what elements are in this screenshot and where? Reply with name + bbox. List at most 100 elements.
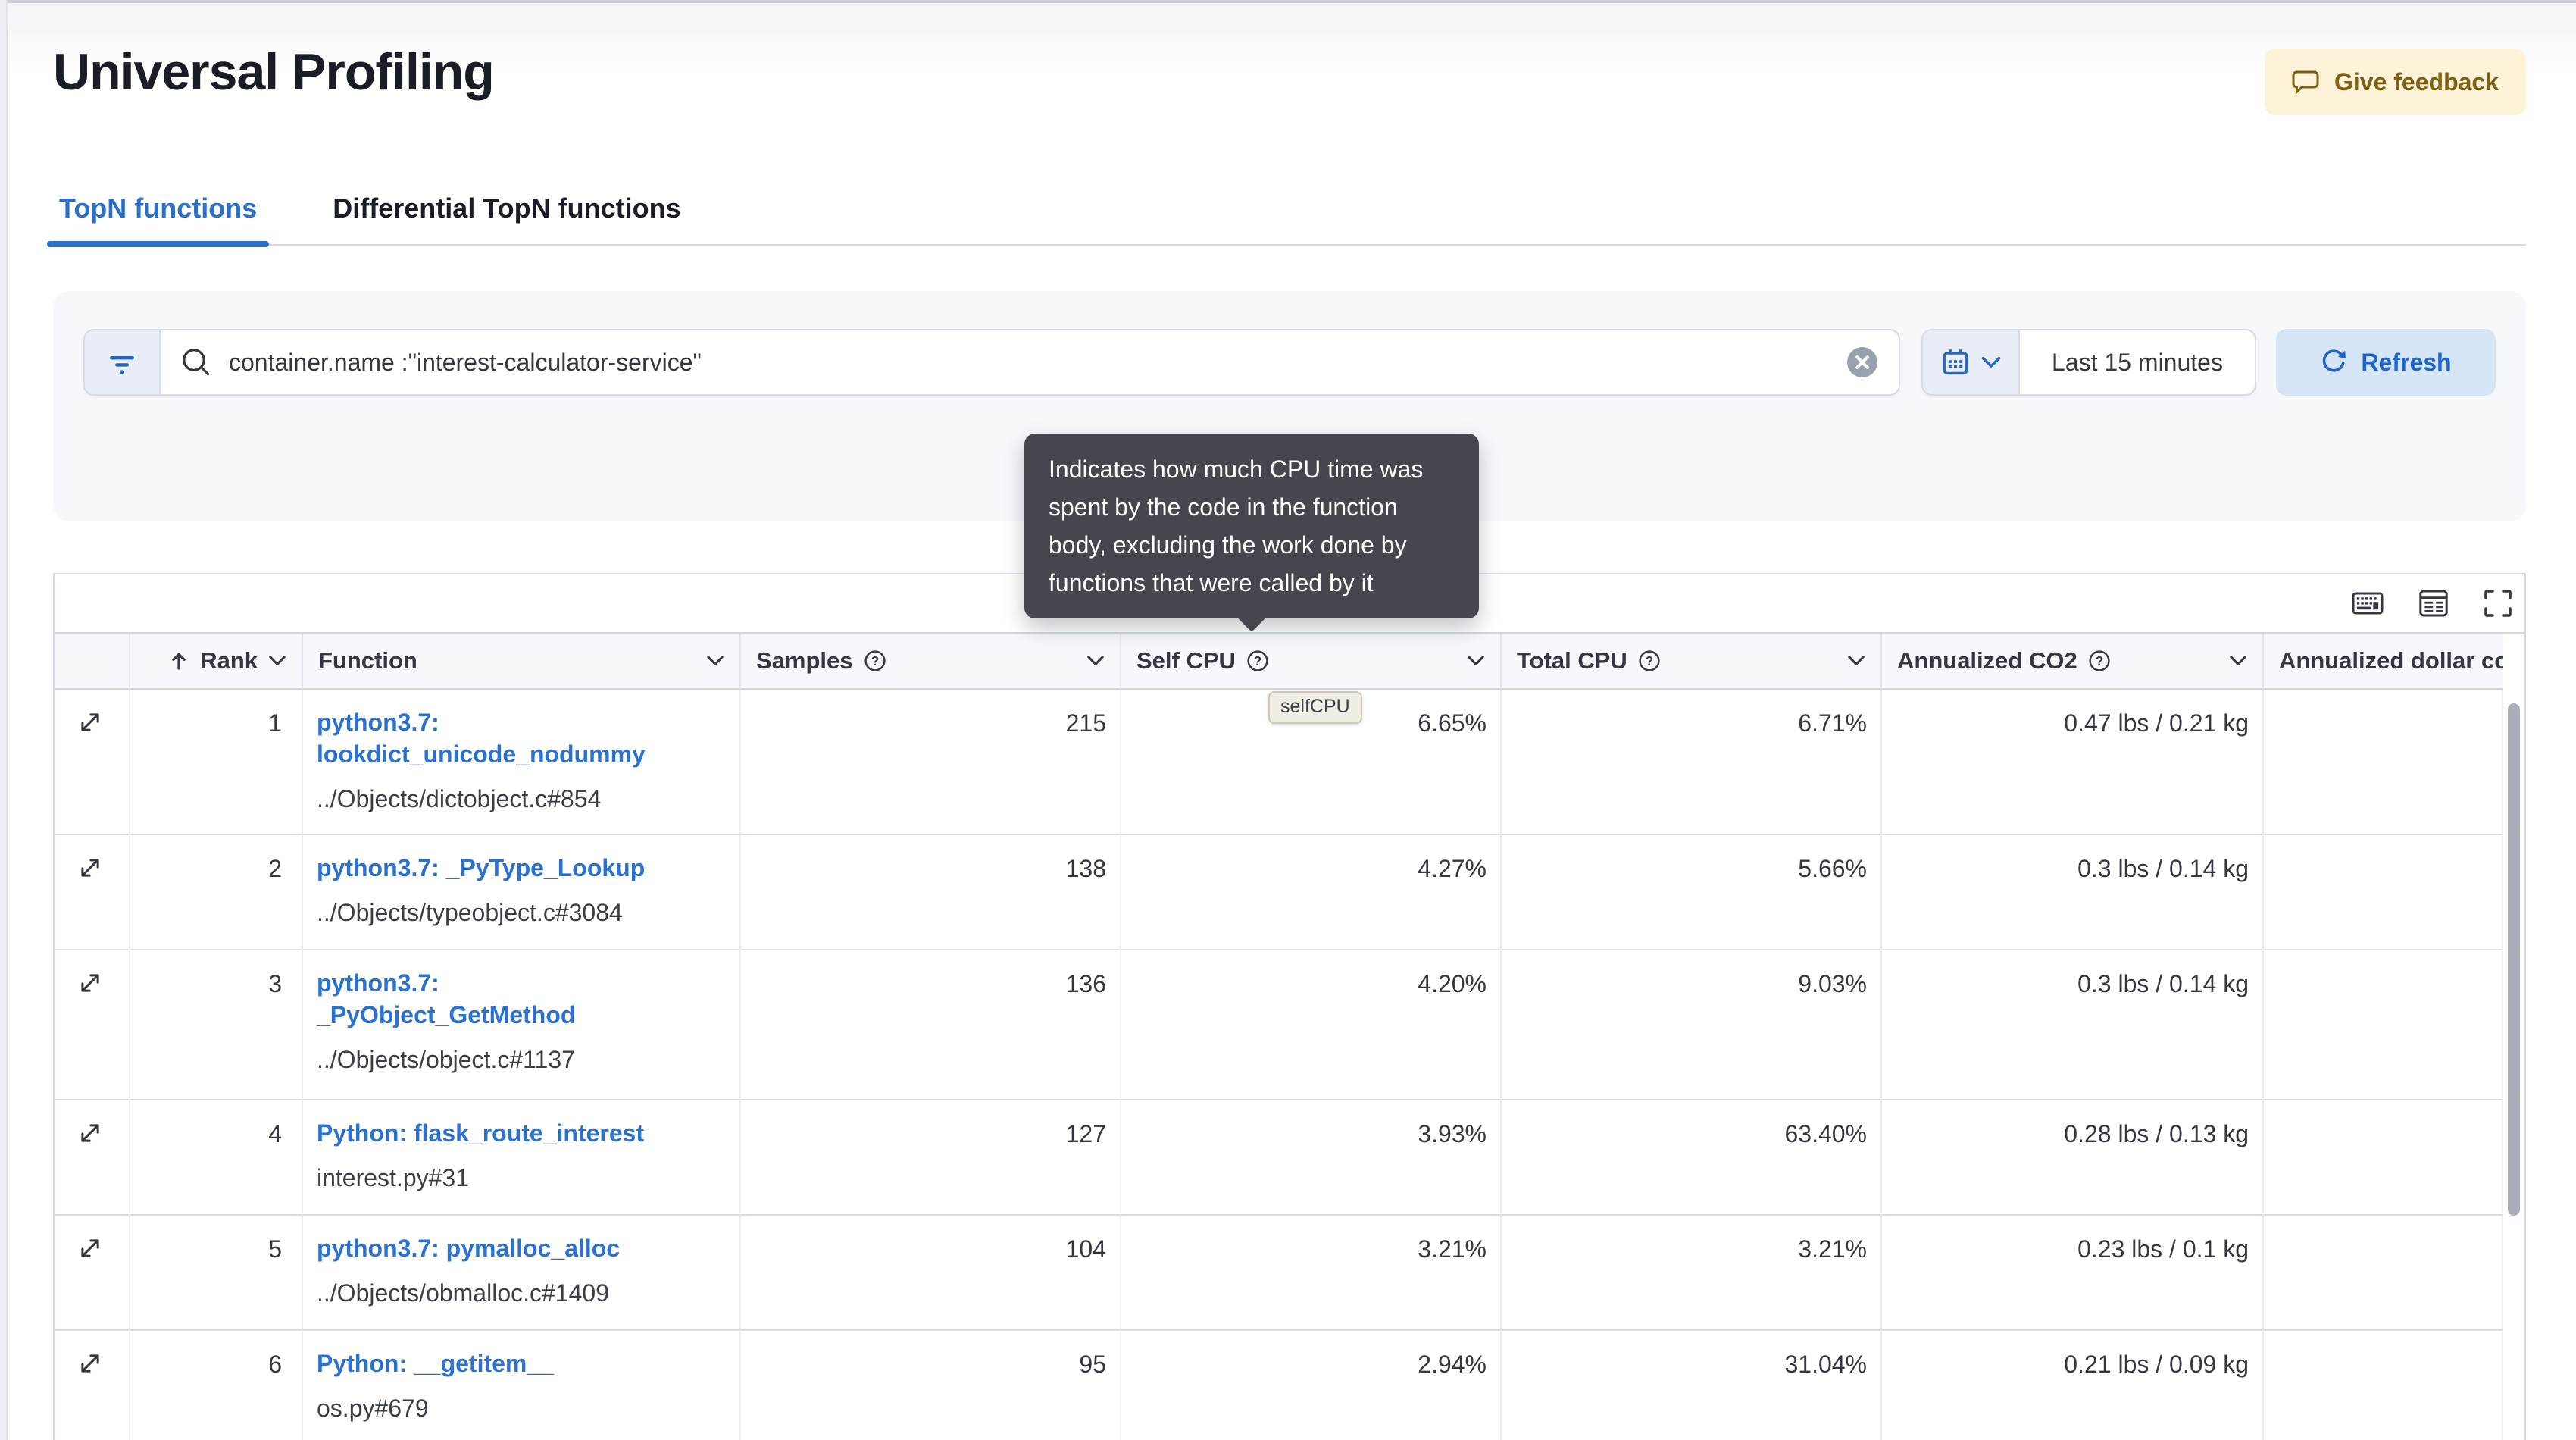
- function-source: ../Objects/typeobject.c#3084: [317, 899, 623, 926]
- samples-value: 104: [741, 1216, 1121, 1331]
- rank-value: 3: [130, 950, 303, 1100]
- svg-text:?: ?: [1254, 653, 1262, 668]
- display-options-icon[interactable]: [2418, 588, 2449, 618]
- chevron-down-icon: [1848, 656, 1865, 665]
- date-picker: Last 15 minutes: [1921, 329, 2256, 396]
- total-cpu-value: 63.40%: [1502, 1100, 1882, 1216]
- rank-value: 1: [130, 690, 303, 835]
- self-cpu-tooltip: Indicates how much CPU time was spent by…: [1024, 434, 1479, 632]
- column-header-annualized-dollar-cost[interactable]: Annualized dollar cost: [2264, 634, 2503, 690]
- left-edge-strip: [0, 0, 8, 1440]
- expand-row-icon[interactable]: [55, 835, 130, 950]
- query-bar: container.name :"interest-calculator-ser…: [83, 329, 1900, 396]
- total-cpu-value: 31.04%: [1502, 1331, 1882, 1440]
- page-title: Universal Profiling: [53, 43, 495, 101]
- function-source: ../Objects/obmalloc.c#1409: [317, 1279, 609, 1307]
- function-link[interactable]: python3.7: _PyType_Lookup: [317, 852, 645, 884]
- add-filter-button[interactable]: [85, 330, 161, 394]
- column-header-annualized-co2[interactable]: Annualized CO2 ?: [1882, 634, 2264, 690]
- function-cell: python3.7: lookdict_unicode_nodummy ../O…: [303, 690, 741, 835]
- clear-query-icon[interactable]: [1846, 346, 1879, 379]
- function-cell: python3.7: _PyType_Lookup ../Objects/typ…: [303, 835, 741, 950]
- chevron-down-icon: [1468, 656, 1484, 665]
- function-cell: python3.7: _PyObject_GetMethod ../Object…: [303, 950, 741, 1100]
- query-controls: container.name :"interest-calculator-ser…: [83, 329, 2496, 396]
- function-link[interactable]: Python: __getitem__: [317, 1348, 554, 1379]
- dollar-cost-cell: [2264, 950, 2503, 1100]
- total-cpu-value: 3.21%: [1502, 1216, 1882, 1331]
- rank-value: 5: [130, 1216, 303, 1331]
- rank-value: 4: [130, 1100, 303, 1216]
- function-cell: Python: flask_route_interest interest.py…: [303, 1100, 741, 1216]
- samples-value: 95: [741, 1331, 1121, 1440]
- refresh-button[interactable]: Refresh: [2276, 329, 2496, 396]
- search-query-value: container.name :"interest-calculator-ser…: [229, 348, 702, 376]
- question-in-circle-icon: ?: [1639, 650, 1660, 671]
- samples-value: 215: [741, 690, 1121, 835]
- total-cpu-value: 6.71%: [1502, 690, 1882, 835]
- tab-bar: TopN functions Differential TopN functio…: [47, 179, 2526, 247]
- function-link[interactable]: python3.7: _PyObject_GetMethod: [317, 967, 694, 1031]
- grid-zone: Rank Function Samples ? Self CPU ? Total…: [55, 634, 2524, 1440]
- data-grid: Rank Function Samples ? Self CPU ? Total…: [55, 634, 2503, 1440]
- top-edge-line: [0, 0, 2576, 3]
- search-input[interactable]: container.name :"interest-calculator-ser…: [161, 330, 1899, 394]
- co2-value: 0.28 lbs / 0.13 kg: [1882, 1100, 2264, 1216]
- keyboard-shortcuts-icon[interactable]: [2352, 592, 2384, 615]
- date-picker-quick-menu[interactable]: [1923, 330, 2020, 394]
- function-source: interest.py#31: [317, 1164, 470, 1191]
- expand-row-icon[interactable]: [55, 1216, 130, 1331]
- total-cpu-value: 5.66%: [1502, 835, 1882, 950]
- rank-value: 6: [130, 1331, 303, 1440]
- column-header-rank[interactable]: Rank: [130, 634, 303, 690]
- speech-bubble-icon: [2292, 69, 2321, 95]
- function-source: ../Objects/dictobject.c#854: [317, 785, 602, 812]
- fullscreen-icon[interactable]: [2484, 589, 2512, 618]
- universal-profiling-page: Universal Profiling Give feedback TopN f…: [0, 0, 2576, 1440]
- dollar-cost-cell: [2264, 1331, 2503, 1440]
- samples-value: 138: [741, 835, 1121, 950]
- function-link[interactable]: python3.7: lookdict_unicode_nodummy: [317, 706, 694, 770]
- function-link[interactable]: python3.7: pymalloc_alloc: [317, 1232, 620, 1264]
- expand-row-icon[interactable]: [55, 690, 130, 835]
- column-header-samples[interactable]: Samples ?: [741, 634, 1121, 690]
- column-header-total-cpu[interactable]: Total CPU ?: [1502, 634, 1882, 690]
- self-cpu-value: 4.27%: [1121, 835, 1502, 950]
- samples-value: 136: [741, 950, 1121, 1100]
- chevron-down-icon: [1981, 356, 2001, 368]
- scrollbar-thumb[interactable]: [2508, 703, 2520, 1216]
- expand-row-icon[interactable]: [55, 1331, 130, 1440]
- refresh-icon: [2320, 349, 2347, 376]
- svg-text:?: ?: [1646, 653, 1654, 668]
- vertical-scrollbar[interactable]: [2503, 634, 2524, 1440]
- search-icon: [180, 346, 212, 378]
- rank-value: 2: [130, 835, 303, 950]
- column-header-self-cpu[interactable]: Self CPU ?: [1121, 634, 1502, 690]
- give-feedback-label: Give feedback: [2334, 67, 2499, 95]
- total-cpu-value: 9.03%: [1502, 950, 1882, 1100]
- expand-row-icon[interactable]: [55, 950, 130, 1100]
- give-feedback-button[interactable]: Give feedback: [2265, 49, 2526, 115]
- chevron-down-icon: [269, 656, 286, 665]
- dollar-cost-cell: [2264, 835, 2503, 950]
- dollar-cost-cell: [2264, 690, 2503, 835]
- co2-value: 0.21 lbs / 0.09 kg: [1882, 1331, 2264, 1440]
- expand-row-icon[interactable]: [55, 1100, 130, 1216]
- dollar-cost-cell: [2264, 1100, 2503, 1216]
- calendar-icon: [1940, 347, 1971, 377]
- chevron-down-icon: [707, 656, 724, 665]
- column-header-function[interactable]: Function: [303, 634, 741, 690]
- svg-text:?: ?: [2095, 653, 2103, 668]
- tab-topn-functions[interactable]: TopN functions: [47, 193, 269, 247]
- tab-differential-topn-functions[interactable]: Differential TopN functions: [327, 193, 686, 244]
- function-cell: python3.7: pymalloc_alloc ../Objects/obm…: [303, 1216, 741, 1331]
- co2-value: 0.47 lbs / 0.21 kg: [1882, 690, 2264, 835]
- self-cpu-value: 4.20%: [1121, 950, 1502, 1100]
- date-range-value[interactable]: Last 15 minutes: [2020, 330, 2255, 394]
- function-link[interactable]: Python: flask_route_interest: [317, 1117, 644, 1149]
- svg-text:?: ?: [871, 653, 879, 668]
- dollar-cost-cell: [2264, 1216, 2503, 1331]
- self-cpu-tooltip-text: Indicates how much CPU time was spent by…: [1049, 455, 1424, 596]
- co2-value: 0.3 lbs / 0.14 kg: [1882, 835, 2264, 950]
- filter-icon: [108, 349, 136, 376]
